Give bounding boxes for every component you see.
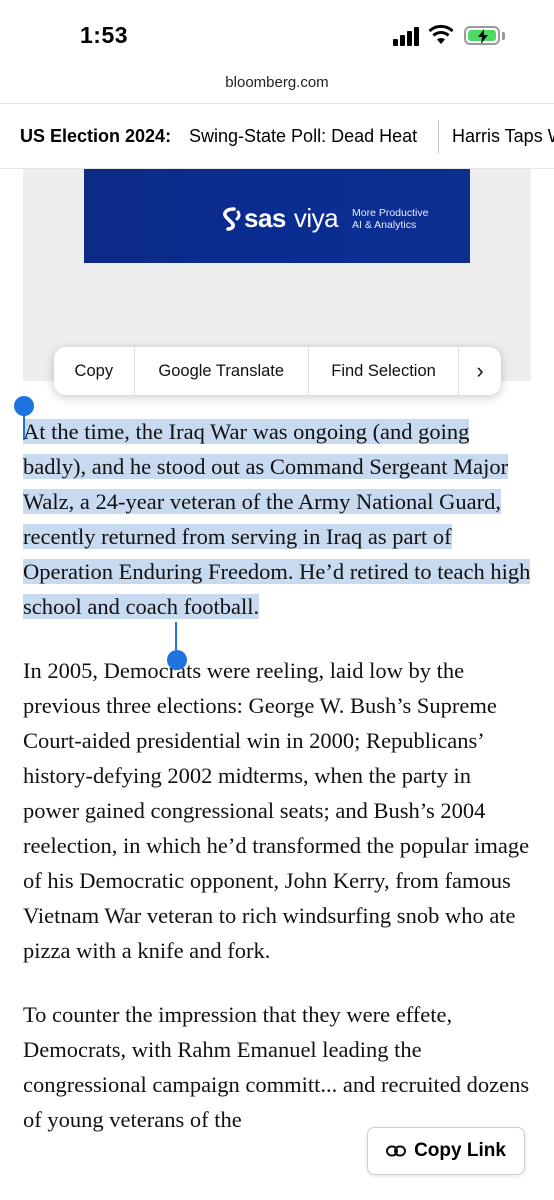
copy-link-button[interactable]: Copy Link	[367, 1127, 525, 1175]
divider	[0, 103, 554, 104]
google-translate-menu-item[interactable]: Google Translate	[135, 347, 309, 395]
ad-tagline-line: AI & Analytics	[352, 219, 417, 231]
ad-logo: sas viya	[220, 203, 339, 234]
battery-icon	[464, 26, 500, 45]
sas-logo-icon	[223, 206, 241, 231]
clock: 1:53	[80, 22, 129, 48]
selected-text[interactable]: At the time, the Iraq War was ongoing (a…	[23, 419, 531, 619]
selection-start-handle[interactable]	[14, 396, 34, 416]
selection-end-caret	[175, 622, 177, 650]
copy-menu-item[interactable]: Copy	[54, 347, 135, 395]
link-icon	[386, 1145, 407, 1157]
battery-cap	[502, 32, 505, 40]
wifi-icon	[428, 24, 454, 44]
chevron-right-icon[interactable]: ›	[459, 347, 501, 395]
selection-end-handle[interactable]	[167, 650, 187, 670]
find-selection-menu-item[interactable]: Find Selection	[309, 347, 460, 395]
article-paragraph: At the time, the Iraq War was ongoing (a…	[23, 414, 531, 624]
signal-icon	[393, 26, 421, 46]
ticker-item[interactable]: Harris Taps W	[452, 126, 554, 147]
status-bar: 1:53	[0, 0, 554, 72]
news-ticker[interactable]: US Election 2024: Swing-State Poll: Dead…	[0, 114, 554, 160]
ad-product: viya	[293, 203, 339, 233]
article-paragraph: To counter the impression that they were…	[23, 1002, 530, 1132]
ad-banner[interactable]: sas viya More Productive AI & Analytics	[84, 169, 470, 263]
divider	[438, 120, 439, 154]
selection-start-caret	[23, 414, 25, 440]
ad-brand: sas	[244, 203, 286, 233]
ad-tagline-line: More Productive	[352, 207, 429, 219]
ticker-label: US Election 2024:	[20, 126, 172, 146]
ad-tagline: More Productive AI & Analytics	[352, 207, 428, 231]
article-paragraph: In 2005, Democrats were reeling, laid lo…	[23, 658, 530, 963]
copy-link-label: Copy Link	[414, 1140, 506, 1161]
selection-context-menu: Copy Google Translate Find Selection ›	[54, 347, 501, 395]
article-body: At the time, the Iraq War was ongoing (a…	[23, 414, 531, 1166]
ticker-item[interactable]: Swing-State Poll: Dead Heat	[189, 126, 417, 147]
url-bar[interactable]: bloomberg.com	[0, 74, 554, 91]
